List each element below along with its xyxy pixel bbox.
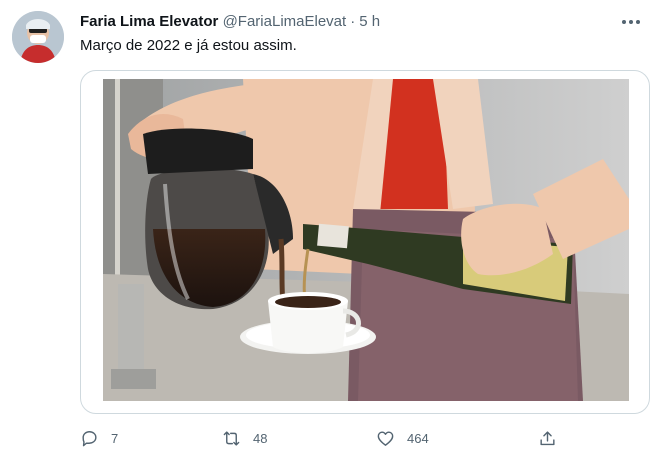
retweet-count: 48	[253, 430, 268, 446]
retweet-button[interactable]: 48	[222, 424, 267, 452]
like-icon	[377, 430, 394, 446]
user-handle[interactable]: @FariaLimaElevat	[223, 13, 347, 30]
media-photo	[103, 79, 629, 401]
avatar-image	[12, 11, 64, 63]
tweet-actions: 7 48 464	[80, 424, 648, 452]
more-icon[interactable]	[619, 12, 643, 32]
reply-count: 7	[111, 430, 119, 446]
like-count: 464	[407, 430, 429, 446]
reply-icon	[82, 430, 97, 446]
share-icon	[540, 430, 555, 445]
retweet-icon	[223, 430, 240, 446]
separator-dot: ·	[350, 13, 356, 30]
timestamp[interactable]: 5 h	[359, 13, 380, 30]
reply-button[interactable]: 7	[80, 424, 118, 452]
tweet-media[interactable]	[80, 70, 650, 414]
display-name[interactable]: Faria Lima Elevator	[80, 13, 218, 30]
tweet-text: Março de 2022 e já estou assim.	[80, 37, 297, 54]
share-button[interactable]	[538, 424, 557, 452]
like-button[interactable]: 464	[376, 424, 429, 452]
tweet-header: Faria Lima Elevator @FariaLimaElevat · 5 h	[80, 12, 380, 32]
avatar[interactable]	[12, 11, 64, 63]
